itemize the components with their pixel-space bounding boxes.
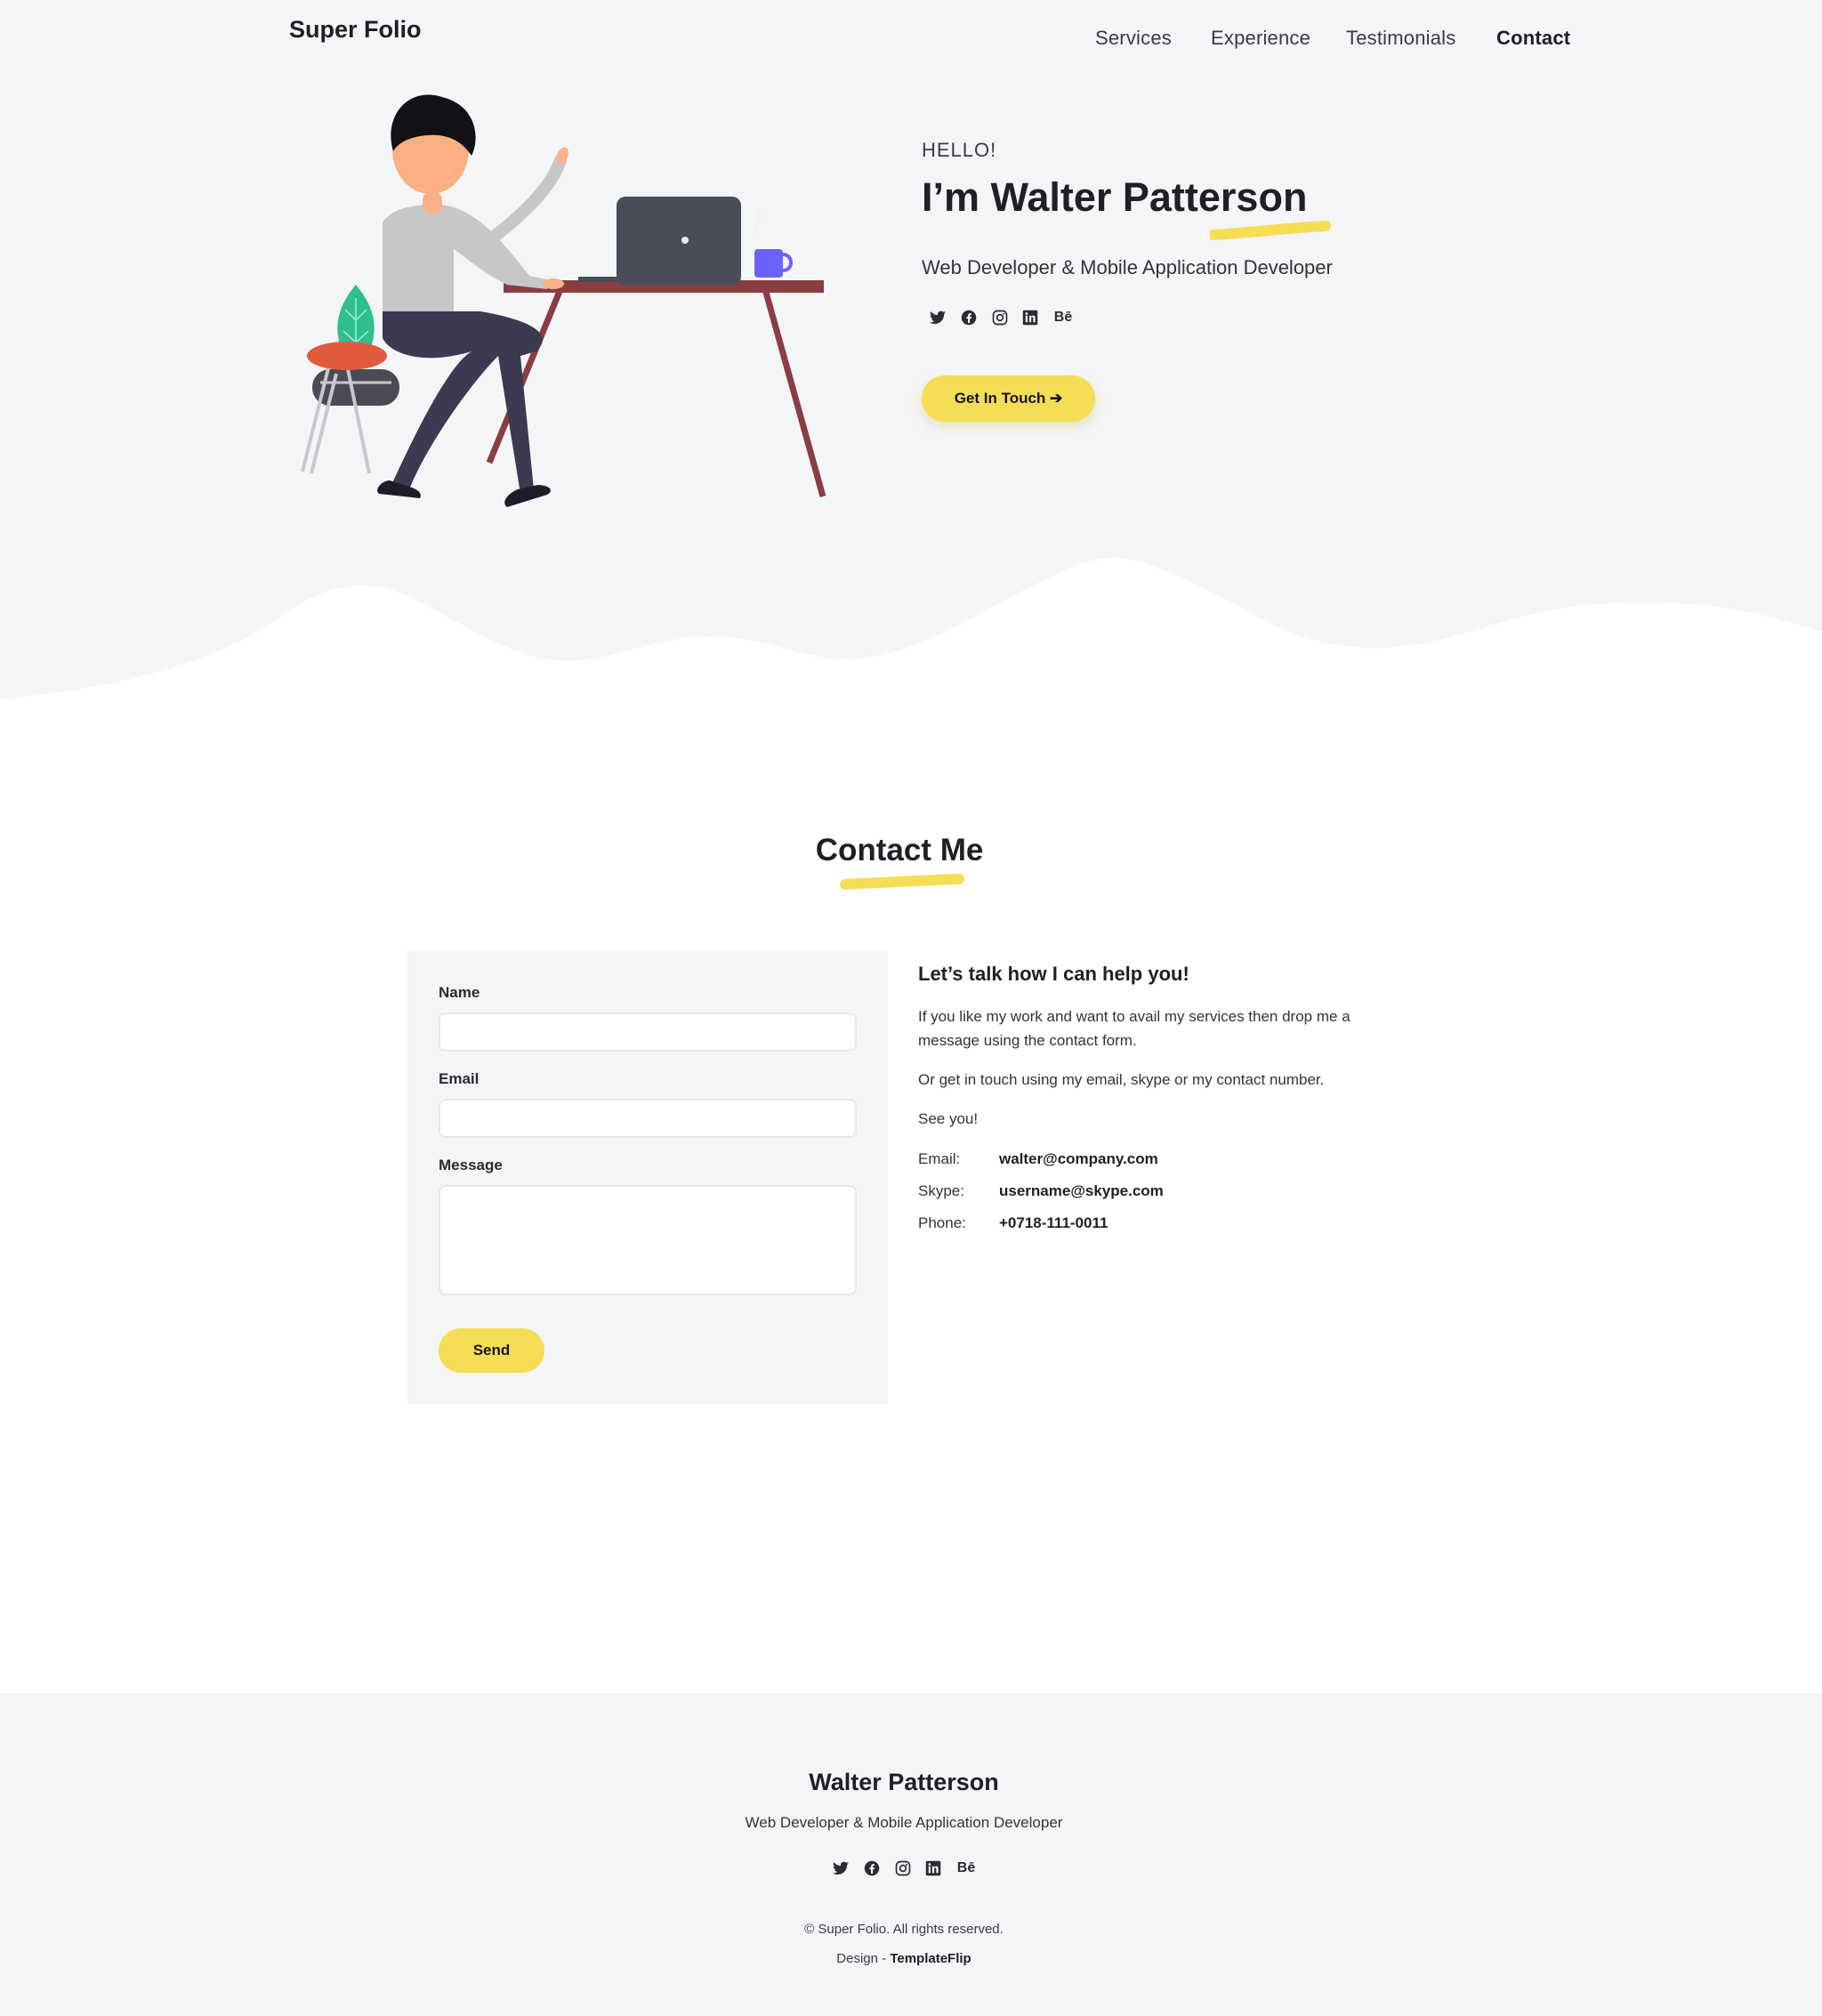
- nav-contact[interactable]: Contact: [1496, 27, 1570, 50]
- behance-icon[interactable]: Bē: [953, 1858, 980, 1879]
- mug-illustration: [753, 207, 793, 278]
- skype-label-text: Skype:: [918, 1182, 964, 1199]
- site-footer: Walter Patterson Web Developer & Mobile …: [0, 1693, 1822, 2016]
- email-label: Email: [439, 1070, 480, 1087]
- contact-info-paragraph-1: If you like my work and want to avail my…: [918, 1008, 1350, 1049]
- templateflip-link[interactable]: TemplateFlip: [890, 1951, 971, 1966]
- facebook-icon[interactable]: [958, 307, 980, 328]
- name-label: Name: [439, 984, 480, 1001]
- email-label-text: Email:: [918, 1150, 961, 1167]
- email-link[interactable]: walter@company.com: [999, 1150, 1158, 1168]
- laptop-illustration: [578, 197, 741, 286]
- developer-at-desk-illustration: [301, 94, 826, 507]
- design-credit: Design - TemplateFlip: [0, 1951, 1808, 1966]
- footer-name: Walter Patterson: [809, 1769, 999, 1795]
- nav-testimonials[interactable]: Testimonials: [1346, 27, 1455, 50]
- behance-icon[interactable]: Bē: [1050, 307, 1076, 328]
- instagram-icon[interactable]: [892, 1858, 914, 1879]
- nav-services[interactable]: Services: [1095, 27, 1172, 50]
- get-in-touch-button[interactable]: Get In Touch ➔: [922, 375, 1095, 422]
- phone-label-text: Phone:: [918, 1214, 966, 1231]
- linkedin-icon[interactable]: [1020, 307, 1041, 328]
- contact-info-paragraph-3: See you!: [918, 1110, 979, 1127]
- email-field[interactable]: [439, 1099, 857, 1138]
- wave-divider: [0, 558, 1822, 712]
- linkedin-icon[interactable]: [923, 1858, 944, 1879]
- contact-info-paragraph-2: Or get in touch using my email, skype or…: [918, 1071, 1325, 1088]
- send-button[interactable]: Send: [439, 1328, 544, 1373]
- stool-illustration: [301, 342, 391, 474]
- skype-link[interactable]: username@skype.com: [999, 1182, 1164, 1200]
- arrow-right-icon: ➔: [1050, 390, 1063, 407]
- contact-info-heading: Let’s talk how I can help you!: [918, 963, 1189, 985]
- twitter-icon[interactable]: [927, 307, 948, 328]
- facebook-icon[interactable]: [861, 1858, 883, 1879]
- phone-link[interactable]: +0718-111-0011: [999, 1214, 1108, 1232]
- hero-name-underline: [1210, 221, 1331, 240]
- name-field[interactable]: [439, 1012, 857, 1052]
- message-label: Message: [439, 1157, 503, 1173]
- hero-name: I’m Walter Patterson: [922, 174, 1308, 220]
- hero-social-links: Bē: [927, 307, 1087, 334]
- nav-experience[interactable]: Experience: [1211, 27, 1310, 50]
- copyright-text: © Super Folio. All rights reserved.: [804, 1922, 1004, 1937]
- contact-title-underline: [840, 874, 964, 890]
- hero-greeting: HELLO!: [922, 139, 997, 161]
- footer-subtitle: Web Developer & Mobile Application Devel…: [745, 1814, 1063, 1831]
- message-field[interactable]: [439, 1185, 857, 1295]
- desk-illustration: [486, 280, 826, 497]
- contact-form: Name Email Message Send: [407, 951, 888, 1404]
- person-illustration: [377, 94, 568, 507]
- main-nav: Services Experience Testimonials Contact: [0, 27, 1822, 62]
- instagram-icon[interactable]: [989, 307, 1011, 328]
- design-credit-prefix: Design -: [836, 1951, 891, 1966]
- get-in-touch-label: Get In Touch: [954, 390, 1046, 407]
- twitter-icon[interactable]: [830, 1858, 851, 1879]
- contact-section-title: Contact Me: [815, 833, 984, 867]
- footer-social-links: Bē: [830, 1858, 990, 1884]
- hero-subtitle: Web Developer & Mobile Application Devel…: [922, 256, 1333, 278]
